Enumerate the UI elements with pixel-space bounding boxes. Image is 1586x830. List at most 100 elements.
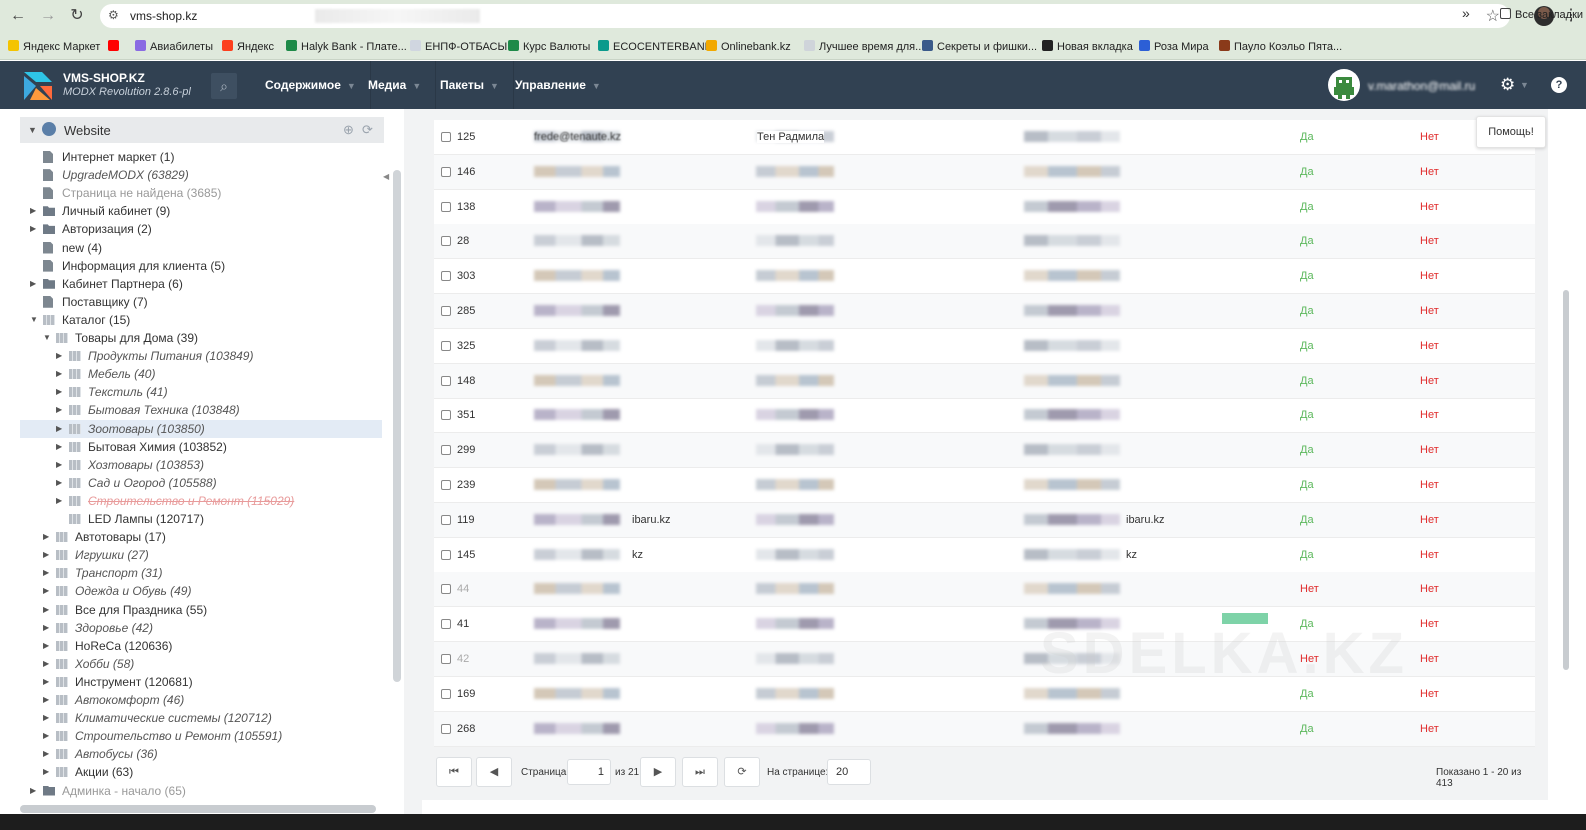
chevron-right-icon[interactable]: ▶ xyxy=(43,582,49,600)
chevron-right-icon[interactable]: ▶ xyxy=(56,383,62,401)
row-checkbox[interactable] xyxy=(441,584,451,595)
chevron-right-icon[interactable]: ▶ xyxy=(43,637,49,655)
tree-node[interactable]: ▶ Автотовары (17) xyxy=(20,528,382,546)
prev-page-button[interactable]: ◀ xyxy=(476,757,512,787)
bookmark-item[interactable]: Halyk Bank - Плате... xyxy=(286,40,407,53)
chevron-right-icon[interactable]: ▶ xyxy=(56,347,62,365)
bookmark-item[interactable]: Пауло Коэльо Пята... xyxy=(1219,40,1342,53)
table-row[interactable]: 303 Да Нет xyxy=(434,259,1535,295)
row-checkbox[interactable] xyxy=(441,271,451,282)
tree-node[interactable]: ▶ Админка - начало (65) xyxy=(20,782,382,800)
bookmark-item[interactable]: Секреты и фишки... xyxy=(922,40,1037,53)
tree-node[interactable]: ▶ Авторизация (2) xyxy=(20,220,382,238)
chevron-right-icon[interactable]: ▶ xyxy=(56,420,62,438)
bookmark-item[interactable] xyxy=(108,40,123,53)
table-row[interactable]: 285 Да Нет xyxy=(434,294,1535,329)
address-bar[interactable]: ⚙ vms-shop.kz ☆ xyxy=(100,4,1510,28)
table-row[interactable]: 145 kz kz Да Нет xyxy=(434,538,1535,573)
user-email[interactable]: v.marathon@mail.ru xyxy=(1368,79,1475,93)
chevron-down-icon[interactable]: ▼ xyxy=(30,311,38,329)
user-avatar[interactable] xyxy=(1328,69,1360,101)
gear-icon[interactable]: ⚙ xyxy=(1500,75,1515,95)
tree-node[interactable]: ▶ Хобби (58) xyxy=(20,655,382,673)
tree-node[interactable]: Страница не найдена (3685) xyxy=(20,184,382,202)
help-icon[interactable]: ? xyxy=(1551,77,1567,93)
table-row[interactable]: 119 ibaru.kz ibaru.kz Да Нет xyxy=(434,502,1535,538)
table-row[interactable]: 125 frede@tenaute.kz Тен Радмила Да Нет xyxy=(434,120,1535,155)
per-page-input[interactable]: 20 xyxy=(827,759,871,785)
tree-node[interactable]: ▼ Каталог (15) xyxy=(20,311,382,329)
row-checkbox[interactable] xyxy=(441,619,451,630)
search-icon[interactable]: ⌕ xyxy=(211,73,237,99)
chevron-right-icon[interactable]: ▶ xyxy=(56,438,62,456)
site-info-icon[interactable]: ⚙ xyxy=(108,8,119,22)
refresh-icon[interactable]: ⟳ xyxy=(362,122,373,138)
bookmark-item[interactable]: Курс Валюты xyxy=(508,40,590,53)
row-checkbox[interactable] xyxy=(441,236,451,247)
tree-node[interactable]: ▶ HoReCa (120636) xyxy=(20,637,382,655)
page-scrollbar[interactable] xyxy=(1563,290,1569,670)
tree-node[interactable]: ▶ Строительство и Ремонт (105591) xyxy=(20,727,382,745)
tree-node[interactable]: ▶ Текстиль (41) xyxy=(20,383,382,401)
chevron-right-icon[interactable]: ▶ xyxy=(43,655,49,673)
row-checkbox[interactable] xyxy=(441,375,451,386)
forward-button[interactable]: → xyxy=(37,5,59,27)
tree-node[interactable]: ▶ Строительство и Ремонт (115029) xyxy=(20,492,382,510)
menu-media[interactable]: Медиа ▼ xyxy=(354,61,437,109)
chevron-right-icon[interactable]: ▶ xyxy=(43,763,49,781)
bookmark-item[interactable]: Авиабилеты xyxy=(135,40,213,53)
bookmark-item[interactable]: Роза Мира xyxy=(1139,40,1209,53)
tree-scrollbar[interactable] xyxy=(393,170,401,682)
tree-node[interactable]: ▶ Кабинет Партнера (6) xyxy=(20,275,382,293)
chevron-right-icon[interactable]: ▶ xyxy=(30,220,36,238)
row-checkbox[interactable] xyxy=(441,201,451,212)
row-checkbox[interactable] xyxy=(441,132,451,142)
chevron-right-icon[interactable]: ▶ xyxy=(56,401,62,419)
tree-node[interactable]: ▶ Здоровье (42) xyxy=(20,619,382,637)
chevron-right-icon[interactable]: ▶ xyxy=(43,691,49,709)
tree-node[interactable]: ▶ Одежда и Обувь (49) xyxy=(20,582,382,600)
table-row[interactable]: 138 Да Нет xyxy=(434,190,1535,225)
chevron-right-icon[interactable]: ▶ xyxy=(30,202,36,220)
row-checkbox[interactable] xyxy=(441,166,451,177)
page-input[interactable]: 1 xyxy=(567,759,611,785)
chevron-right-icon[interactable]: ▶ xyxy=(43,727,49,745)
tree-node[interactable]: ▶ Инструмент (120681) xyxy=(20,673,382,691)
tree-node[interactable]: ▶ Продукты Питания (103849) xyxy=(20,347,382,365)
reload-button[interactable]: ↻ xyxy=(66,5,88,27)
tree-node[interactable]: ▶ Акции (63) xyxy=(20,763,382,781)
chevron-right-icon[interactable]: ▶ xyxy=(56,365,62,383)
tree-node[interactable]: ▶ Хозтовары (103853) xyxy=(20,456,382,474)
tree-node[interactable]: ▶ Мебель (40) xyxy=(20,365,382,383)
row-checkbox[interactable] xyxy=(441,480,451,490)
chevron-right-icon[interactable]: ▶ xyxy=(56,492,62,510)
collapse-panel-icon[interactable]: ◀ xyxy=(383,172,389,181)
bookmark-item[interactable]: Яндекс xyxy=(222,40,274,53)
site-name[interactable]: VMS-SHOP.KZ xyxy=(63,71,145,85)
next-page-button[interactable]: ▶ xyxy=(640,757,676,787)
table-row[interactable]: 146 Да Нет xyxy=(434,154,1535,190)
bookmark-item[interactable]: Onlinebank.kz xyxy=(706,40,791,53)
table-row[interactable]: 239 Да Нет xyxy=(434,468,1535,503)
tree-node[interactable]: UpgradeMODX (63829) xyxy=(20,166,382,184)
tree-node[interactable]: ▶ Бытовая Техника (103848) xyxy=(20,401,382,419)
tree-node[interactable]: ▶ Автокомфорт (46) xyxy=(20,691,382,709)
bookmark-item[interactable]: ECOCENTERBANK xyxy=(598,40,712,53)
tree-node[interactable]: ▶ Автобусы (36) xyxy=(20,745,382,763)
table-row[interactable]: 148 Да Нет xyxy=(434,363,1535,399)
chevron-right-icon[interactable]: ▶ xyxy=(43,546,49,564)
table-row[interactable]: 268 Да Нет xyxy=(434,711,1535,747)
tree-node[interactable]: ▶ Игрушки (27) xyxy=(20,546,382,564)
tree-node[interactable]: Интернет маркет (1) xyxy=(20,148,382,166)
bookmark-item[interactable]: Яндекс Маркет xyxy=(8,40,100,53)
row-checkbox[interactable] xyxy=(441,514,451,525)
tree-node[interactable]: ▶ Климатические системы (120712) xyxy=(20,709,382,727)
row-checkbox[interactable] xyxy=(441,723,451,734)
tree-root-row[interactable]: ▼ Website ⊕ ⟳ xyxy=(20,117,384,143)
add-icon[interactable]: ⊕ xyxy=(343,122,354,138)
tree-node[interactable]: ▶ Все для Праздника (55) xyxy=(20,601,382,619)
modx-logo[interactable] xyxy=(22,70,54,102)
bookmarks-more-button[interactable]: » xyxy=(1462,5,1470,21)
tree-node[interactable]: Информация для клиента (5) xyxy=(20,257,382,275)
row-checkbox[interactable] xyxy=(441,340,451,351)
